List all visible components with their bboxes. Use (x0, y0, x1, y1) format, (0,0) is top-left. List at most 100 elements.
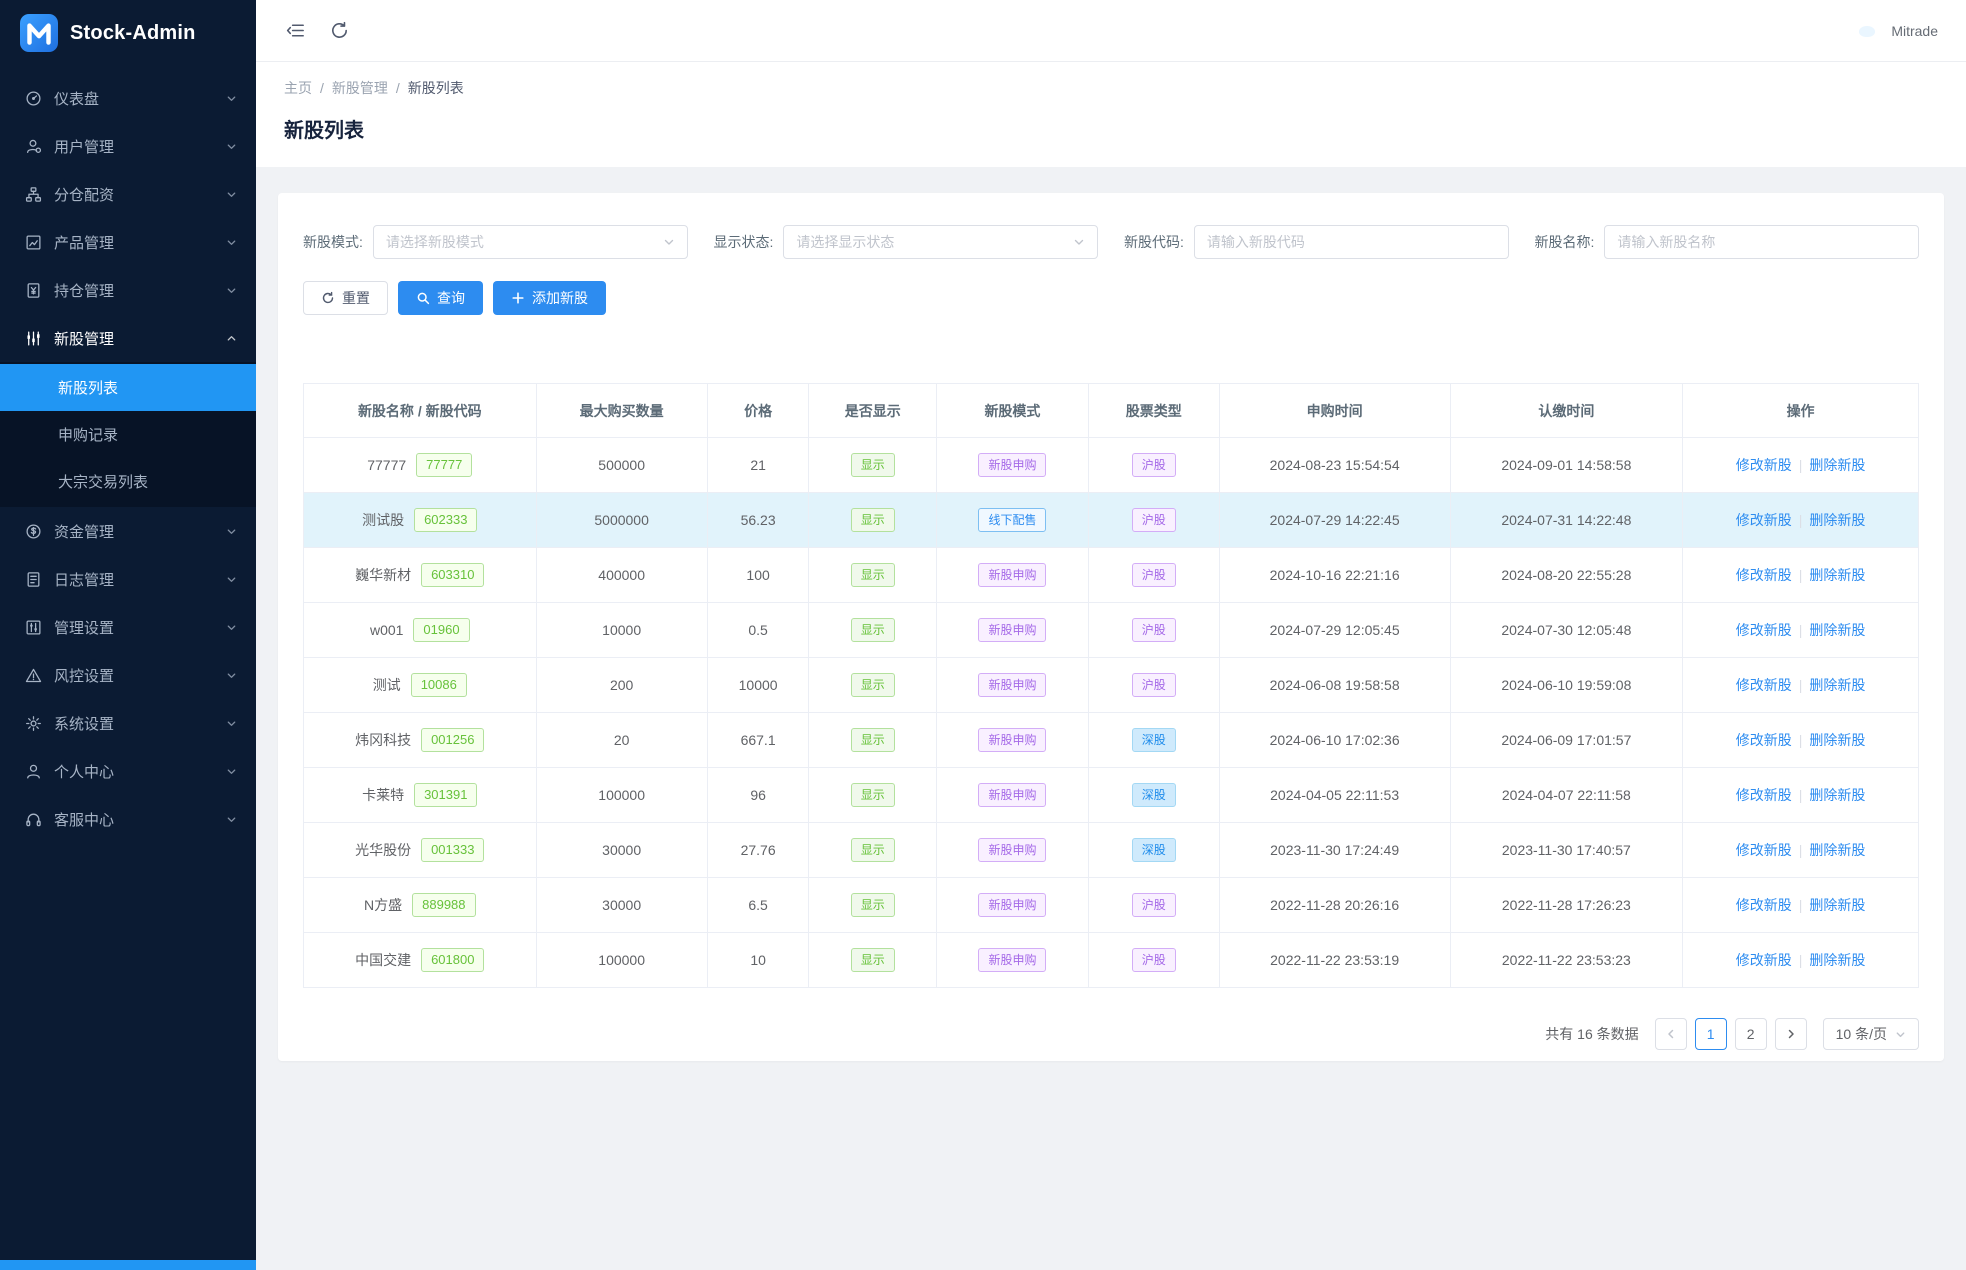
search-button[interactable]: 查询 (398, 281, 483, 315)
chevron-down-icon (226, 188, 238, 200)
filter-group: 显示状态: 请选择显示状态 (714, 225, 1098, 259)
stock-name: 中国交建 (355, 952, 412, 968)
log-icon (24, 570, 42, 588)
sidebar-item[interactable]: 系统设置 (0, 699, 256, 747)
page-number-button[interactable]: 2 (1734, 1018, 1767, 1050)
stock-code-badge: 301391 (414, 783, 478, 807)
pagination: 共有 16 条数据 12 10 条/页 (303, 1018, 1919, 1050)
price: 100 (706, 547, 810, 603)
add-stock-button[interactable]: 添加新股 (493, 281, 606, 315)
delete-stock-link[interactable]: 删除新股 (1809, 677, 1865, 693)
max-buy-qty: 200 (535, 657, 708, 713)
sidebar-item[interactable]: 新股管理 (0, 314, 256, 362)
topbar: Mitrade (256, 0, 1966, 62)
sidebar-item[interactable]: 管理设置 (0, 603, 256, 651)
user-menu[interactable]: Mitrade (1852, 16, 1938, 46)
sidebar-submenu: 新股列表 申购记录 大宗交易列表 (0, 362, 256, 507)
price: 56.23 (706, 492, 810, 548)
filter-select[interactable]: 请选择显示状态 (783, 225, 1098, 259)
reset-button[interactable]: 重置 (303, 281, 388, 315)
chevron-down-icon (663, 236, 675, 248)
sidebar-item[interactable]: 持仓管理 (0, 266, 256, 314)
chevron-left-icon (1667, 1029, 1673, 1039)
delete-stock-link[interactable]: 删除新股 (1809, 512, 1865, 528)
delete-stock-link[interactable]: 删除新股 (1809, 952, 1865, 968)
chevron-down-icon (226, 813, 238, 825)
filter-input[interactable]: 请输入新股代码 (1193, 225, 1509, 259)
max-buy-qty: 20 (535, 712, 708, 768)
edit-stock-link[interactable]: 修改新股 (1736, 512, 1792, 528)
delete-stock-link[interactable]: 删除新股 (1809, 622, 1865, 638)
page-number-button[interactable]: 1 (1694, 1018, 1727, 1050)
edit-stock-link[interactable]: 修改新股 (1736, 787, 1792, 803)
delete-stock-link[interactable]: 删除新股 (1809, 567, 1865, 583)
stock-code-badge: 77777 (416, 453, 473, 477)
prev-page-button[interactable] (1654, 1018, 1687, 1050)
breadcrumb-item: 新股列表 (407, 80, 464, 96)
delete-stock-link[interactable]: 删除新股 (1809, 897, 1865, 913)
stock-code-badge: 10086 (410, 673, 467, 697)
sidebar-item[interactable]: 个人中心 (0, 747, 256, 795)
filter-input[interactable]: 请输入新股名称 (1604, 225, 1919, 259)
breadcrumb-item[interactable]: 主页 (284, 78, 312, 98)
refresh-icon[interactable] (328, 20, 350, 42)
sidebar-item-label: 资金管理 (54, 523, 115, 541)
delete-stock-link[interactable]: 删除新股 (1809, 732, 1865, 748)
sidebar-item[interactable]: 风控设置 (0, 651, 256, 699)
edit-stock-link[interactable]: 修改新股 (1736, 567, 1792, 583)
edit-stock-link[interactable]: 修改新股 (1736, 897, 1792, 913)
table-row: 炜冈科技 001256 20 667.1 显示 新股申购 深股 2024-06-10 17:0… (303, 712, 1919, 768)
column-header: 价格 (706, 383, 810, 438)
menu-fold-icon[interactable] (284, 20, 306, 42)
sidebar-item[interactable]: 产品管理 (0, 218, 256, 266)
stock-type-badge: 沪股 (1131, 563, 1176, 587)
table-row: 测试股 602333 5000000 56.23 显示 线下配售 沪股 2024-07-29 … (303, 492, 1919, 548)
sidebar-item-label: 新股管理 (54, 330, 115, 348)
breadcrumb-item[interactable]: 新股管理 (332, 78, 388, 98)
visible-badge: 显示 (850, 838, 895, 862)
filter-bar: 新股模式: 请选择新股模式 显示状态: 请选择显示状态 新股代码: 请输入新股代码 新股名称… (303, 225, 1919, 259)
sidebar-item[interactable]: 客服中心 (0, 795, 256, 843)
stock-name: N方盛 (364, 897, 403, 913)
edit-stock-link[interactable]: 修改新股 (1736, 952, 1792, 968)
search-icon (417, 292, 430, 305)
max-buy-qty: 500000 (535, 437, 708, 493)
pay-time: 2024-07-30 12:05:48 (1449, 602, 1684, 658)
delete-stock-link[interactable]: 删除新股 (1809, 842, 1865, 858)
table-row: 测试 10086 200 10000 显示 新股申购 沪股 2024-06-08 19:58:… (303, 657, 1919, 713)
price: 10 (706, 932, 810, 988)
column-header: 是否显示 (808, 383, 938, 438)
chevron-down-icon (226, 92, 238, 104)
sidebar-subitem[interactable]: 申购记录 (0, 411, 256, 458)
next-page-button[interactable] (1774, 1018, 1807, 1050)
sidebar-item[interactable]: 资金管理 (0, 507, 256, 555)
sidebar-item[interactable]: 分仓配资 (0, 170, 256, 218)
sidebar-item[interactable]: 用户管理 (0, 122, 256, 170)
subscribe-time: 2024-06-10 17:02:36 (1218, 712, 1451, 768)
edit-stock-link[interactable]: 修改新股 (1736, 622, 1792, 638)
sidebar-item[interactable]: 日志管理 (0, 555, 256, 603)
max-buy-qty: 100000 (535, 767, 708, 823)
edit-stock-link[interactable]: 修改新股 (1736, 457, 1792, 473)
dashboard-icon (24, 89, 42, 107)
edit-stock-link[interactable]: 修改新股 (1736, 842, 1792, 858)
sidebar-item[interactable]: 仪表盘 (0, 74, 256, 122)
stock-name: w001 (369, 622, 404, 638)
sidebar-subitem[interactable]: 新股列表 (0, 364, 256, 411)
delete-stock-link[interactable]: 删除新股 (1809, 787, 1865, 803)
page-size-select[interactable]: 10 条/页 (1822, 1018, 1919, 1050)
edit-stock-link[interactable]: 修改新股 (1736, 677, 1792, 693)
filter-select[interactable]: 请选择新股模式 (372, 225, 688, 259)
ipo-mode-badge: 新股申购 (978, 673, 1047, 697)
visible-badge: 显示 (850, 893, 895, 917)
stock-name: 测试股 (362, 512, 405, 528)
ipo-mode-badge: 线下配售 (978, 508, 1047, 532)
delete-stock-link[interactable]: 删除新股 (1809, 457, 1865, 473)
list-card: 新股模式: 请选择新股模式 显示状态: 请选择显示状态 新股代码: 请输入新股代码 新股名称… (278, 193, 1944, 1061)
visible-badge: 显示 (850, 783, 895, 807)
edit-stock-link[interactable]: 修改新股 (1736, 732, 1792, 748)
visible-badge: 显示 (850, 563, 895, 587)
chevron-down-icon (226, 765, 238, 777)
sidebar-subitem[interactable]: 大宗交易列表 (0, 458, 256, 505)
avatar (1852, 16, 1882, 46)
